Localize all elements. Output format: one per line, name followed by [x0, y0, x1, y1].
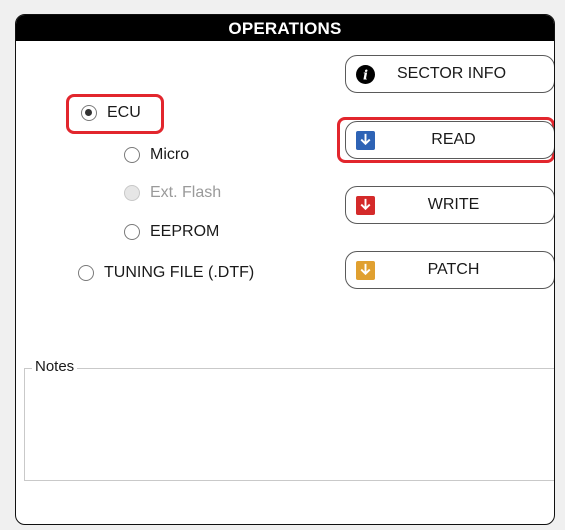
radio-tuning-file-label: TUNING FILE (.DTF): [104, 264, 255, 281]
radio-eeprom-label: EEPROM: [150, 223, 220, 240]
radio-ext-flash-label: Ext. Flash: [150, 184, 222, 201]
notes-textarea[interactable]: [27, 379, 554, 478]
patch-label: PATCH: [427, 261, 480, 278]
radio-micro[interactable]: Micro: [124, 146, 189, 164]
download-arrow-icon: [356, 130, 375, 150]
download-arrow-icon: [356, 260, 375, 280]
radio-tuning-file-indicator[interactable]: [78, 265, 94, 281]
read-button[interactable]: READ: [345, 121, 554, 159]
radio-tuning-file[interactable]: TUNING FILE (.DTF): [78, 264, 254, 282]
download-arrow-icon: [356, 195, 375, 215]
notes-label: Notes: [32, 358, 78, 375]
read-label: READ: [431, 131, 476, 148]
radio-ecu[interactable]: ECU: [81, 104, 141, 122]
radio-eeprom-indicator[interactable]: [124, 224, 140, 240]
notes-group: [24, 368, 554, 481]
patch-button[interactable]: PATCH: [345, 251, 554, 289]
radio-ext-flash: Ext. Flash: [124, 184, 221, 202]
operations-panel: OPERATIONS ECU Micro Ext. Flash EEPROM T…: [15, 14, 555, 525]
radio-ecu-label: ECU: [107, 104, 141, 121]
sector-info-button[interactable]: i SECTOR INFO: [345, 55, 554, 93]
write-button[interactable]: WRITE: [345, 186, 554, 224]
radio-ecu-indicator[interactable]: [81, 105, 97, 121]
write-label: WRITE: [427, 196, 480, 213]
radio-micro-indicator[interactable]: [124, 147, 140, 163]
radio-ext-flash-indicator: [124, 185, 140, 201]
sector-info-label: SECTOR INFO: [396, 65, 507, 82]
info-icon: i: [356, 64, 375, 84]
svg-text:i: i: [363, 68, 368, 83]
radio-eeprom[interactable]: EEPROM: [124, 223, 219, 241]
panel-title: OPERATIONS: [16, 15, 554, 41]
radio-micro-label: Micro: [150, 146, 190, 163]
